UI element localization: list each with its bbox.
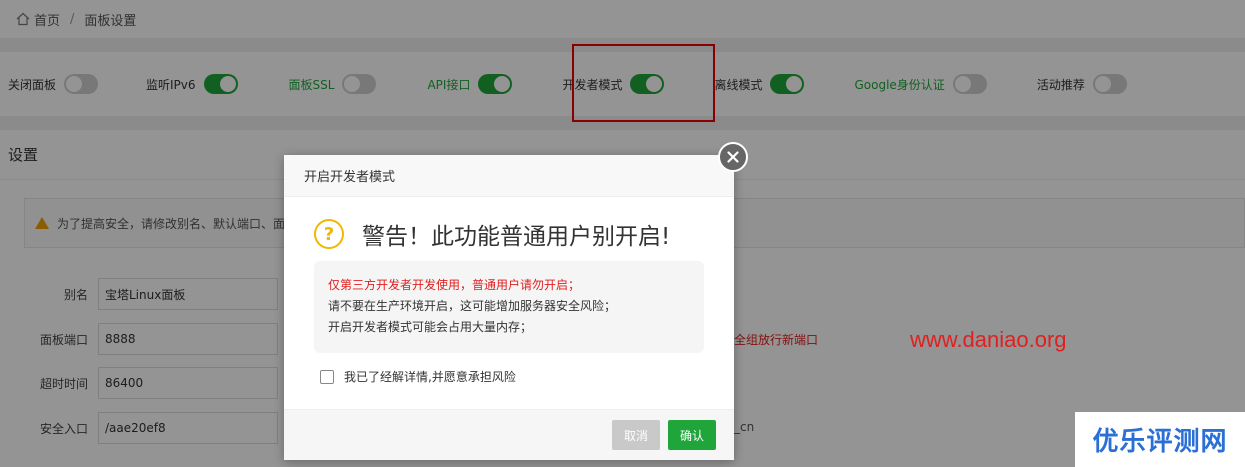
dialog-body: ? 警告！此功能普通用户别开启! 仅第三方开发者开发使用，普通用户请勿开启； 请… (284, 197, 734, 409)
consent-label[interactable]: 我已了经解详情,并愿意承担风险 (344, 368, 516, 385)
developer-mode-dialog: 开启开发者模式 ? 警告！此功能普通用户别开启! 仅第三方开发者开发使用，普通用… (284, 155, 734, 460)
warning-line: 请不要在生产环境开启，这可能增加服务器安全风险； (328, 299, 617, 313)
warning-line: 开启开发者模式可能会占用大量内存； (328, 320, 533, 334)
question-icon: ? (314, 219, 344, 249)
close-dialog-button[interactable] (718, 142, 748, 172)
dialog-title: 开启开发者模式 (284, 155, 734, 197)
watermark-url: www.daniao.org (910, 327, 1067, 352)
warning-heading: ? 警告！此功能普通用户别开启! (314, 217, 670, 251)
warning-details: 仅第三方开发者开发使用，普通用户请勿开启； 请不要在生产环境开启，这可能增加服务… (314, 261, 704, 353)
dialog-footer: 取消 确认 (284, 409, 734, 460)
warning-text: 警告！此功能普通用户别开启! (362, 224, 671, 250)
close-icon (727, 151, 739, 163)
consent-checkbox[interactable] (320, 369, 334, 384)
cancel-button[interactable]: 取消 (612, 420, 660, 450)
brand-watermark: 优乐评测网 (1075, 412, 1245, 467)
consent-row[interactable]: 我已了经解详情,并愿意承担风险 (320, 368, 516, 385)
warning-line: 仅第三方开发者开发使用，普通用户请勿开启； (328, 278, 581, 292)
confirm-button[interactable]: 确认 (668, 420, 716, 450)
